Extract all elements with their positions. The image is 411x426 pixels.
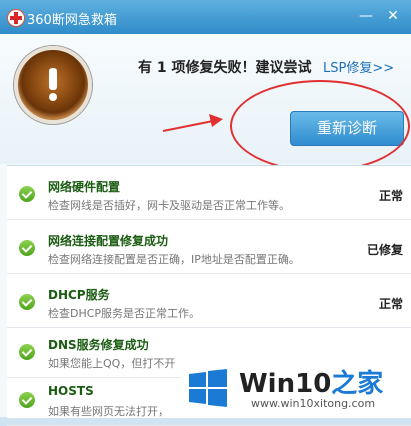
check-icon <box>19 240 35 256</box>
first-aid-icon <box>7 9 25 27</box>
item-desc: 检查网络连接配置是否正确，IP地址是否配置正确。 <box>48 253 300 266</box>
watermark-url: www.win10xitong.com <box>251 397 376 410</box>
item-title: DHCP服务 <box>48 288 110 302</box>
item-title: 网络硬件配置 <box>48 180 121 194</box>
window-title: 360断网急救箱 <box>27 13 117 28</box>
annotation-circle <box>230 80 410 172</box>
lsp-repair-link[interactable]: LSP修复>> <box>323 57 394 76</box>
list-item[interactable]: 网络连接配置修复成功 检查网络连接配置是否正确，IP地址是否配置正确。 已修复 <box>7 220 411 274</box>
item-title: 网络连接配置修复成功 <box>48 234 169 248</box>
title-bar: 360断网急救箱 — ✕ <box>0 0 411 34</box>
item-desc: 检查网线是否插好，网卡及驱动是否正常工作等。 <box>48 199 290 212</box>
minimize-button[interactable]: — <box>356 6 376 26</box>
list-item[interactable]: 网络硬件配置 检查网线是否插好，网卡及驱动是否正常工作等。 正常 <box>7 166 411 220</box>
windows-logo-icon <box>189 369 227 407</box>
watermark: Win10之家 www.win10xitong.com <box>181 357 411 417</box>
item-status: 正常 <box>378 297 403 311</box>
check-icon <box>19 344 35 360</box>
item-status: 已修复 <box>366 243 403 257</box>
item-title: HOSTS <box>48 384 94 398</box>
item-title: DNS服务修复成功 <box>48 338 149 352</box>
close-button[interactable]: ✕ <box>383 6 403 26</box>
warning-exclamation-icon <box>14 46 92 124</box>
annotation-arrow-icon <box>162 114 223 132</box>
item-status: 正常 <box>378 189 403 203</box>
check-icon <box>19 392 35 408</box>
list-item[interactable]: DHCP服务 检查DHCP服务是否正常工作。 正常 <box>7 274 411 328</box>
app-window: 360断网急救箱 — ✕ 有 1 项修复失败！建议尝试 LSP修复>> 重新诊断… <box>0 0 411 426</box>
watermark-brand: Win10之家 <box>239 369 384 399</box>
item-desc: 如果您能上QQ，但打不开 <box>48 357 176 370</box>
item-desc: 检查DHCP服务是否正常工作。 <box>48 307 201 320</box>
result-message: 有 1 项修复失败！建议尝试 <box>138 60 312 76</box>
check-icon <box>19 294 35 310</box>
check-icon <box>19 186 35 202</box>
